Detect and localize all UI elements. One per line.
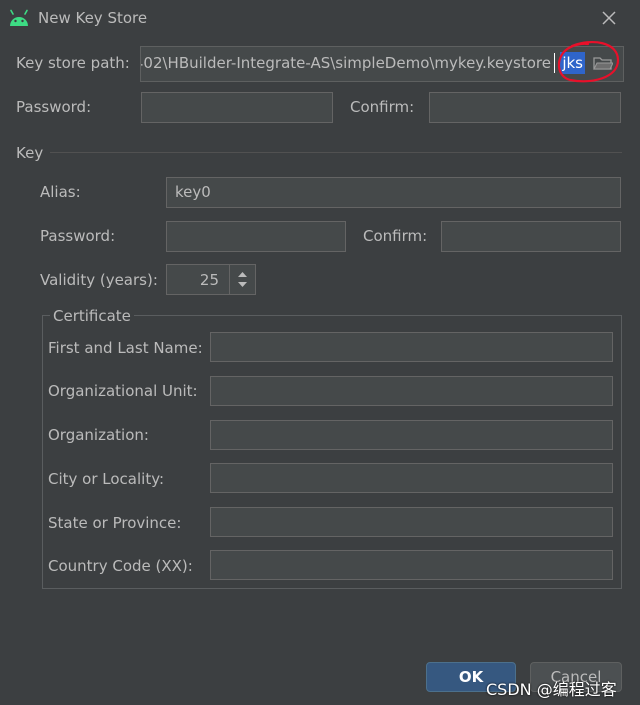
keystore-confirm-input[interactable] [429, 92, 621, 123]
title-bar: New Key Store [0, 0, 640, 36]
org-unit-input[interactable] [210, 376, 613, 406]
alias-value: key0 [175, 183, 211, 201]
folder-icon[interactable] [593, 55, 613, 71]
validity-value: 25 [199, 271, 219, 289]
city-label: City or Locality: [48, 470, 165, 488]
state-label: State or Province: [48, 514, 182, 532]
keystore-confirm-label: Confirm: [350, 98, 415, 116]
country-code-label: Country Code (XX): [48, 557, 193, 575]
key-password-label: Password: [40, 227, 116, 245]
keystore-path-text-area[interactable]: 402\HBuilder-Integrate-AS\simpleDemo\myk… [141, 47, 587, 79]
first-last-name-input[interactable] [210, 332, 613, 362]
key-section-label: Key [16, 144, 44, 162]
keystore-password-label: Password: [16, 98, 92, 116]
state-input[interactable] [210, 507, 613, 537]
key-confirm-input[interactable] [441, 221, 621, 252]
validity-label: Validity (years): [40, 271, 158, 289]
spinner-arrows[interactable] [229, 265, 255, 294]
spinner-up-down-icon[interactable] [237, 270, 248, 289]
certificate-group-label: Certificate [50, 306, 134, 326]
key-section-divider [50, 152, 622, 153]
organization-input[interactable] [210, 420, 613, 450]
org-unit-label: Organizational Unit: [48, 382, 198, 400]
organization-label: Organization: [48, 426, 149, 444]
android-icon [10, 9, 28, 26]
city-input[interactable] [210, 463, 613, 493]
close-icon[interactable] [600, 9, 618, 27]
first-last-name-label: First and Last Name: [48, 339, 203, 357]
keystore-password-input[interactable] [141, 92, 333, 123]
country-code-input[interactable] [210, 550, 613, 580]
window-title: New Key Store [38, 9, 148, 27]
keystore-path-value: 402\HBuilder-Integrate-AS\simpleDemo\myk… [141, 54, 551, 72]
text-caret [554, 53, 555, 73]
alias-label: Alias: [40, 183, 81, 201]
csdn-watermark: CSDN @编程过客 [486, 680, 617, 699]
keystore-path-label: Key store path: [16, 54, 130, 72]
alias-input[interactable]: key0 [166, 177, 621, 208]
keystore-path-selected-text: jks [560, 52, 585, 74]
key-confirm-label: Confirm: [363, 227, 428, 245]
validity-spinner[interactable]: 25 [166, 264, 256, 295]
keystore-path-input[interactable]: 402\HBuilder-Integrate-AS\simpleDemo\myk… [140, 46, 624, 82]
key-password-input[interactable] [166, 221, 346, 252]
